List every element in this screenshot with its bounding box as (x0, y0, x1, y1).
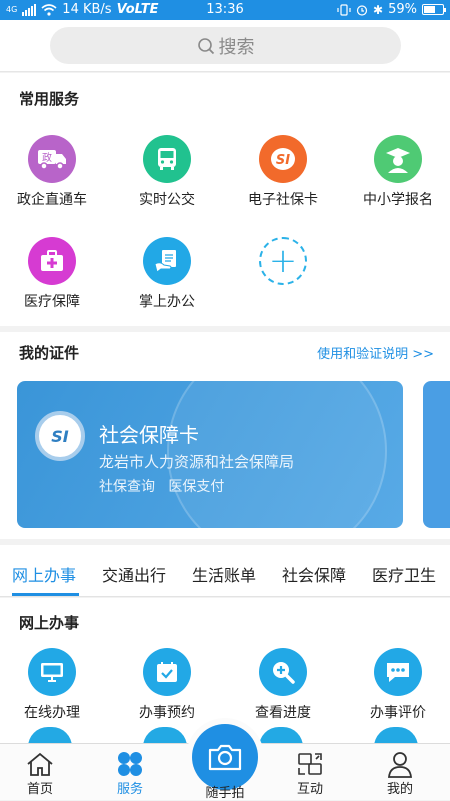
online-item-handle[interactable]: 在线办理 (0, 648, 108, 722)
svg-text:政: 政 (42, 151, 52, 164)
online-label: 办事评价 (370, 705, 426, 721)
add-service-button[interactable]: + (227, 237, 339, 285)
search-bar-container: 搜索 (0, 20, 450, 72)
service-item-medical[interactable]: 医疗保障 (0, 237, 108, 311)
card-actions: 社保查询 医保支付 (99, 479, 225, 495)
search-placeholder: 搜索 (218, 36, 255, 58)
online-label: 查看进度 (255, 705, 311, 721)
category-tabs: 网上办事 交通出行 生活账单 社会保障 医疗卫生 (0, 545, 450, 597)
search-icon (197, 37, 214, 54)
online-item-progress[interactable]: 查看进度 (227, 648, 339, 722)
online-label: 在线办理 (24, 705, 80, 721)
bluetooth-icon: ✱ (373, 2, 384, 17)
service-label: 电子社保卡 (248, 192, 318, 208)
camera-button[interactable] (192, 724, 258, 790)
service-label: 掌上办公 (139, 294, 195, 310)
online-item-evaluate[interactable]: 办事评价 (342, 648, 450, 722)
nav-interact-label: 互动 (296, 782, 323, 797)
battery-percent: 59% (388, 2, 417, 17)
section-title: 我的证件 (19, 344, 80, 362)
nav-service[interactable]: 服务 (90, 750, 170, 797)
card-title: 社会保障卡 (99, 423, 199, 447)
svg-text:SI: SI (276, 153, 290, 168)
battery-icon (422, 4, 446, 15)
nav-camera-label: 随手拍 (205, 786, 245, 801)
section-title: 常用服务 (19, 90, 80, 108)
exchange-icon (270, 750, 350, 778)
tab-online-services[interactable]: 网上办事 (12, 562, 76, 586)
plus-icon: + (259, 237, 307, 285)
user-icon (360, 750, 440, 778)
service-item-gov-enterprise[interactable]: 政 政企直通车 (0, 135, 108, 209)
online-item-appointment[interactable]: 办事预约 (111, 648, 223, 722)
nav-home[interactable]: 首页 (0, 750, 80, 797)
nav-mine[interactable]: 我的 (360, 750, 440, 797)
tab-healthcare[interactable]: 医疗卫生 (372, 562, 436, 586)
online-label: 办事预约 (139, 705, 195, 721)
service-label: 中小学报名 (363, 192, 433, 208)
service-item-school-signup[interactable]: 中小学报名 (342, 135, 450, 209)
social-security-card[interactable]: SI 社会保障卡 龙岩市人力资源和社会保障局 社保查询 医保支付 (17, 381, 403, 528)
medical-kit-icon (28, 237, 76, 285)
service-label: 实时公交 (139, 192, 195, 208)
service-grid-icon (90, 750, 170, 778)
tab-transport[interactable]: 交通出行 (102, 562, 166, 586)
nav-mine-label: 我的 (386, 782, 413, 797)
service-label: 政企直通车 (17, 192, 87, 208)
search-input[interactable]: 搜索 (50, 27, 401, 64)
service-label: 医疗保障 (24, 294, 80, 310)
student-icon (374, 135, 422, 183)
vibrate-icon (337, 3, 351, 16)
certificates-section: 我的证件 使用和验证说明 >> SI 社会保障卡 龙岩市人力资源和社会保障局 社… (0, 332, 450, 539)
bus-icon (143, 135, 191, 183)
service-item-bus[interactable]: 实时公交 (111, 135, 223, 209)
nav-service-label: 服务 (116, 782, 143, 797)
service-item-mobile-office[interactable]: 掌上办公 (111, 237, 223, 311)
nav-home-label: 首页 (26, 782, 53, 797)
social-security-icon: SI (259, 135, 307, 183)
monitor-icon (28, 648, 76, 696)
magnifier-plus-icon (259, 648, 307, 696)
section-title: 网上办事 (19, 614, 80, 632)
alarm-icon (356, 4, 368, 16)
home-icon (0, 750, 80, 778)
card-issuer: 龙岩市人力资源和社会保障局 (99, 453, 295, 471)
social-security-logo-icon: SI (35, 411, 85, 461)
nav-interact[interactable]: 互动 (270, 750, 350, 797)
common-services-section: 常用服务 政 政企直通车 实时公交 SI 电子社保卡 中小学报名 医疗保障 掌上… (0, 73, 450, 326)
tab-bills[interactable]: 生活账单 (192, 562, 256, 586)
service-item-social-card[interactable]: SI 电子社保卡 (227, 135, 339, 209)
usage-verify-link[interactable]: 使用和验证说明 >> (317, 343, 434, 362)
hand-document-icon (143, 237, 191, 285)
next-card-peek[interactable] (423, 381, 450, 528)
status-bar: 4G 14 KB/s VoLTE 13:36 ✱ 59% (0, 0, 450, 20)
chat-bubble-icon (374, 648, 422, 696)
calendar-check-icon (143, 648, 191, 696)
active-tab-indicator (12, 593, 79, 596)
truck-icon: 政 (28, 135, 76, 183)
camera-icon (208, 744, 242, 771)
tab-social-security[interactable]: 社会保障 (282, 562, 346, 586)
